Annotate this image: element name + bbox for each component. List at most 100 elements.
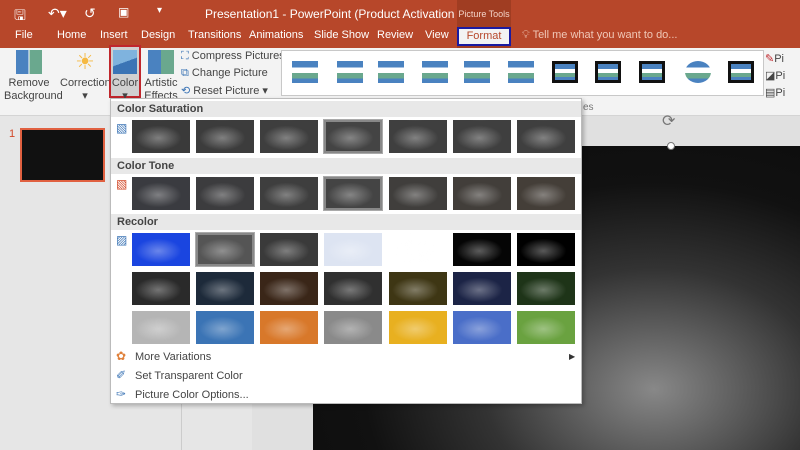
color-swatch[interactable] [196, 177, 254, 210]
color-swatch[interactable] [324, 272, 382, 305]
remove-background-button[interactable]: Remove Background [4, 50, 63, 103]
layout-icon: ▤ [765, 87, 776, 99]
color-swatch[interactable] [517, 272, 575, 305]
redo-icon[interactable]: ↺ [84, 5, 96, 22]
title-bar: 🖫 ↶▾ ↺ ▣ ▾ Presentation1 - PowerPoint (P… [0, 0, 800, 26]
color-swatch[interactable] [453, 233, 511, 266]
label: Reset Picture [193, 85, 260, 97]
color-dropdown-menu: Color Saturation Color Tone Recolor ▧ ▧ … [110, 98, 582, 404]
tab-review[interactable]: Review [377, 29, 413, 41]
artistic-effects-icon [148, 50, 174, 74]
picture-effects-button[interactable]: ◪Pi [765, 69, 785, 82]
tab-insert[interactable]: Insert [100, 29, 128, 41]
more-variations-item[interactable]: More Variations [135, 351, 211, 363]
color-swatch[interactable] [196, 272, 254, 305]
picture-style-option[interactable] [685, 61, 711, 83]
tab-file[interactable]: File [15, 29, 33, 41]
color-swatch[interactable] [132, 311, 190, 344]
picture-style-option[interactable] [378, 61, 404, 83]
color-swatch[interactable] [132, 233, 190, 266]
tab-transitions[interactable]: Transitions [188, 29, 241, 41]
tone-icon: ▧ [116, 177, 128, 191]
remove-background-icon [16, 50, 42, 74]
label: Pi [775, 87, 786, 99]
slide-thumbnail[interactable] [20, 128, 105, 182]
group-label: es [583, 102, 594, 113]
color-swatch[interactable] [389, 272, 447, 305]
reset-picture-button[interactable]: ⟲ Reset Picture ▾ [181, 84, 268, 97]
color-swatch[interactable] [517, 120, 575, 153]
color-swatch[interactable] [132, 177, 190, 210]
tell-me-search[interactable]: 💡︎ Tell me what you want to do... [522, 29, 677, 42]
picture-style-option[interactable] [552, 61, 578, 83]
corrections-button[interactable]: ☀ Corrections ▾ [60, 50, 117, 103]
label: Corrections [60, 77, 117, 89]
color-swatch[interactable] [324, 233, 382, 266]
color-swatch[interactable] [260, 177, 318, 210]
customize-qat-icon[interactable]: ▾ [157, 5, 162, 16]
color-swatch[interactable] [389, 120, 447, 153]
color-swatch[interactable] [260, 120, 318, 153]
color-swatch[interactable] [132, 272, 190, 305]
picture-style-option[interactable] [508, 61, 534, 83]
color-swatch[interactable] [260, 272, 318, 305]
effects-icon: ◪ [765, 70, 776, 82]
picture-style-option[interactable] [464, 61, 490, 83]
border-icon: ✎ [765, 53, 775, 65]
color-swatch[interactable] [260, 311, 318, 344]
color-swatch[interactable] [517, 311, 575, 344]
color-swatch[interactable] [323, 119, 383, 154]
artistic-effects-button[interactable]: Artistic Effects [144, 50, 178, 103]
color-swatch[interactable] [196, 311, 254, 344]
reset-icon: ⟲ [181, 85, 194, 97]
picture-styles-gallery [281, 50, 764, 96]
color-button[interactable]: Color ▾ [109, 45, 141, 102]
color-swatch[interactable] [453, 311, 511, 344]
picture-style-option[interactable] [337, 61, 363, 83]
picture-style-option[interactable] [595, 61, 621, 83]
color-swatch[interactable] [453, 177, 511, 210]
color-swatch[interactable] [196, 120, 254, 153]
color-swatch[interactable] [453, 272, 511, 305]
color-swatch[interactable] [132, 120, 190, 153]
color-swatch[interactable] [389, 311, 447, 344]
color-swatch[interactable] [260, 233, 318, 266]
window-title: Presentation1 - PowerPoint (Product Acti… [205, 7, 495, 21]
picture-layout-button[interactable]: ▤Pi [765, 86, 785, 99]
set-transparent-color-item[interactable]: Set Transparent Color [135, 370, 243, 382]
color-swatch[interactable] [195, 232, 255, 267]
picture-style-option[interactable] [728, 61, 754, 83]
picture-style-option[interactable] [422, 61, 448, 83]
picture-color-options-item[interactable]: Picture Color Options... [135, 389, 249, 401]
resize-handle[interactable] [667, 142, 675, 150]
picture-border-button[interactable]: ✎Pi [765, 52, 784, 65]
tab-home[interactable]: Home [57, 29, 86, 41]
section-recolor: Recolor [111, 214, 581, 230]
undo-icon[interactable]: ↶▾ [48, 5, 67, 22]
color-swatch[interactable] [517, 233, 575, 266]
label: Change Picture [191, 67, 268, 79]
compress-pictures-button[interactable]: ⛶ Compress Pictures [181, 50, 285, 63]
color-swatch[interactable] [323, 176, 383, 211]
presenter-icon[interactable]: ▣ [118, 5, 129, 19]
picture-style-option[interactable] [639, 61, 665, 83]
color-swatch[interactable] [517, 177, 575, 210]
change-picture-button[interactable]: ⧉ Change Picture [181, 67, 268, 80]
label: Remove [8, 77, 50, 89]
rotate-handle-icon[interactable]: ⟳ [662, 111, 675, 131]
slide-number: 1 [9, 128, 16, 140]
dropdown-arrow-icon: ▾ [82, 90, 88, 102]
color-wheel-icon: ✿ [116, 349, 127, 363]
color-swatch[interactable] [453, 120, 511, 153]
tab-format[interactable]: Format [457, 27, 511, 46]
transparent-color-icon: ✐ [116, 368, 127, 382]
tab-animations[interactable]: Animations [249, 29, 303, 41]
tab-view[interactable]: View [425, 29, 449, 41]
color-swatch[interactable] [389, 233, 447, 266]
lightbulb-icon: 💡︎ [522, 29, 533, 41]
color-swatch[interactable] [324, 311, 382, 344]
tab-slide-show[interactable]: Slide Show [314, 29, 369, 41]
picture-style-option[interactable] [292, 61, 318, 83]
tab-design[interactable]: Design [141, 29, 175, 41]
color-swatch[interactable] [389, 177, 447, 210]
